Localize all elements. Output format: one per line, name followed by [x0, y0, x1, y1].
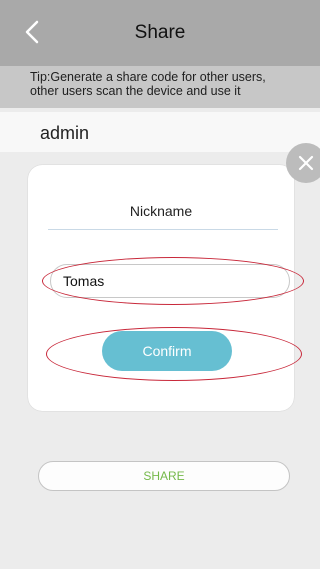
header-bar: Share — [0, 0, 320, 66]
confirm-button[interactable]: Confirm — [102, 331, 232, 371]
tip-banner: Tip:Generate a share code for other user… — [0, 66, 320, 108]
nickname-dialog: Nickname Confirm — [28, 165, 304, 411]
share-button[interactable]: SHARE — [38, 461, 290, 491]
page-title: Share — [134, 22, 186, 43]
close-icon — [298, 155, 314, 171]
nickname-input[interactable] — [50, 264, 290, 298]
divider — [48, 229, 278, 230]
nickname-label: Nickname — [129, 203, 193, 219]
tip-line-1: Tip:Generate a share code for other user… — [30, 70, 266, 84]
account-name: admin — [0, 112, 320, 152]
close-button[interactable] — [286, 143, 320, 183]
tip-line-2: other users scan the device and use it — [30, 84, 241, 98]
